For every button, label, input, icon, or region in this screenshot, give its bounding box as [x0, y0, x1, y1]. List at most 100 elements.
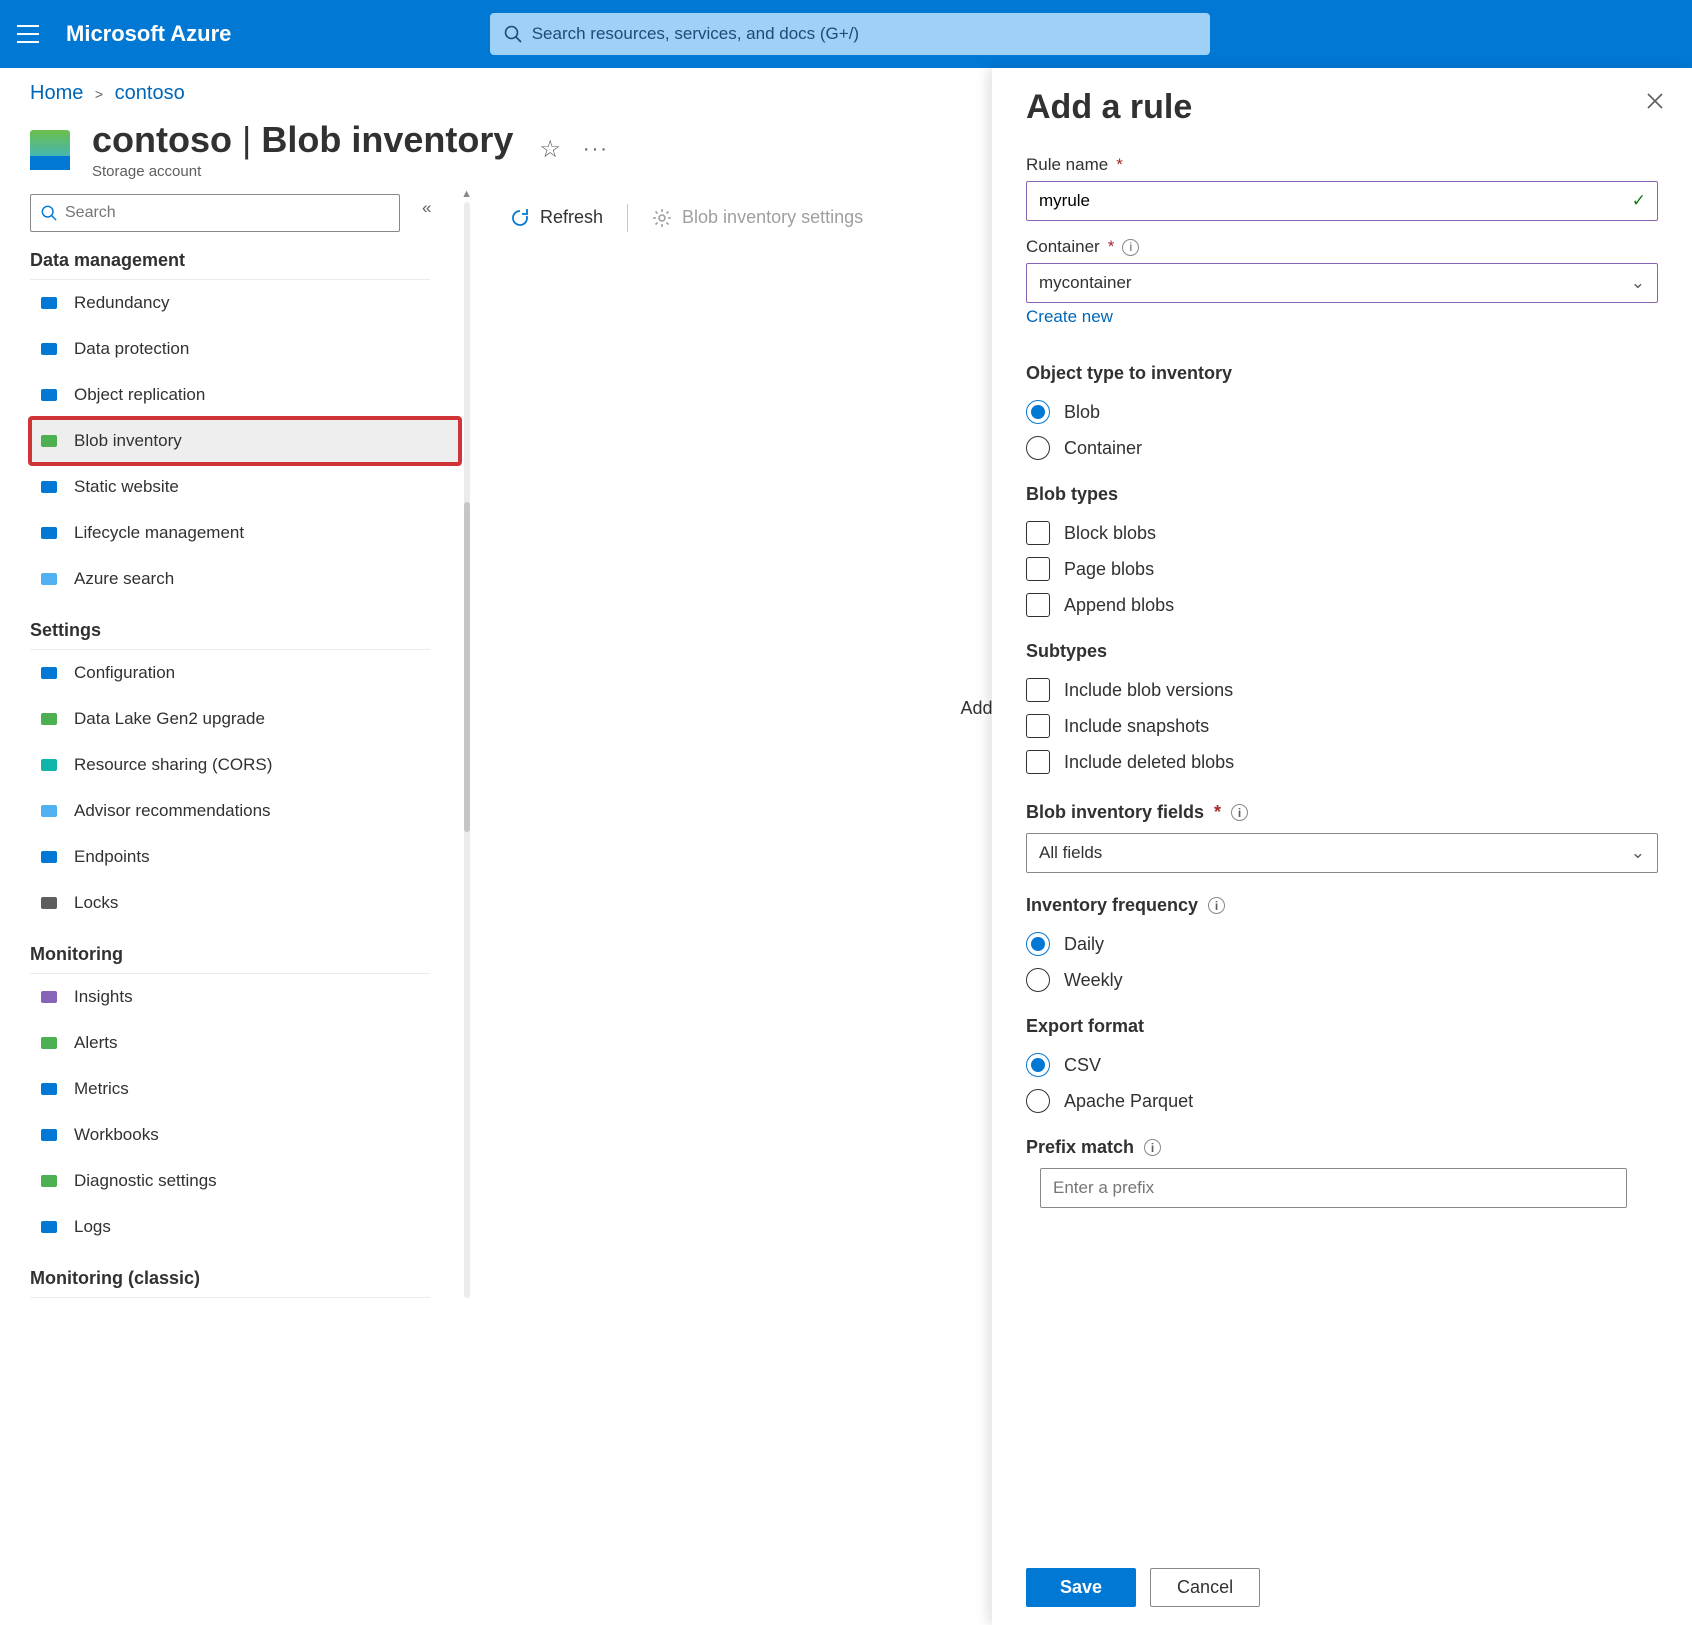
- nav-item-icon: [38, 568, 60, 590]
- subtype-option-include-blob-versions[interactable]: Include blob versions: [1026, 672, 1658, 708]
- format-label: Export format: [1026, 1016, 1658, 1037]
- nav-item-label: Azure search: [74, 569, 174, 589]
- fields-select[interactable]: All fields ⌄: [1026, 833, 1658, 873]
- add-rule-panel: Add a rule Rule name* ✓ Container*i myco…: [992, 68, 1692, 1625]
- frequency-option-daily[interactable]: Daily: [1026, 926, 1658, 962]
- sidebar-item-azure-search[interactable]: Azure search: [30, 556, 460, 602]
- more-actions-icon[interactable]: ···: [583, 138, 609, 161]
- toolbar-divider: [627, 204, 628, 232]
- sidebar-item-object-replication[interactable]: Object replication: [30, 372, 460, 418]
- rule-name-input[interactable]: [1026, 181, 1658, 221]
- sidebar-item-insights[interactable]: Insights: [30, 974, 460, 1020]
- info-icon[interactable]: i: [1208, 897, 1225, 914]
- sidebar-item-locks[interactable]: Locks: [30, 880, 460, 926]
- nav-item-icon: [38, 1078, 60, 1100]
- info-icon[interactable]: i: [1231, 804, 1248, 821]
- chevron-down-icon: ⌄: [1631, 273, 1645, 293]
- gear-icon: [652, 208, 672, 228]
- prefix-input[interactable]: [1040, 1168, 1627, 1208]
- sidebar-item-diagnostic-settings[interactable]: Diagnostic settings: [30, 1158, 460, 1204]
- close-panel-icon[interactable]: [1646, 92, 1664, 110]
- breadcrumb-resource[interactable]: contoso: [115, 82, 185, 104]
- favorite-star-icon[interactable]: ☆: [539, 135, 561, 164]
- nav-item-icon: [38, 754, 60, 776]
- create-new-container-link[interactable]: Create new: [1026, 307, 1113, 327]
- nav-item-icon: [38, 384, 60, 406]
- cancel-button[interactable]: Cancel: [1150, 1568, 1260, 1607]
- radio-icon: [1026, 968, 1050, 992]
- sidebar-item-endpoints[interactable]: Endpoints: [30, 834, 460, 880]
- container-label: Container*i: [1026, 237, 1658, 257]
- object-type-option-container[interactable]: Container: [1026, 430, 1658, 466]
- sidebar-item-data-lake-gen2-upgrade[interactable]: Data Lake Gen2 upgrade: [30, 696, 460, 742]
- blob-inventory-settings-button[interactable]: Blob inventory settings: [652, 207, 863, 228]
- checkbox-icon: [1026, 593, 1050, 617]
- rule-name-label: Rule name*: [1026, 155, 1658, 175]
- nav-item-label: Data protection: [74, 339, 189, 359]
- subtype-option-include-deleted-blobs[interactable]: Include deleted blobs: [1026, 744, 1658, 780]
- nav-item-label: Redundancy: [74, 293, 169, 313]
- sidebar-item-workbooks[interactable]: Workbooks: [30, 1112, 460, 1158]
- save-button[interactable]: Save: [1026, 1568, 1136, 1607]
- sidebar-item-redundancy[interactable]: Redundancy: [30, 280, 460, 326]
- frequency-option-weekly[interactable]: Weekly: [1026, 962, 1658, 998]
- frequency-label: Inventory frequencyi: [1026, 895, 1658, 916]
- global-search[interactable]: [490, 13, 1210, 55]
- nav-item-label: Resource sharing (CORS): [74, 755, 272, 775]
- prefix-label: Prefix matchi: [1026, 1137, 1658, 1158]
- sidebar-item-advisor-recommendations[interactable]: Advisor recommendations: [30, 788, 460, 834]
- blob-type-option-append-blobs[interactable]: Append blobs: [1026, 587, 1658, 623]
- sidebar-item-alerts[interactable]: Alerts: [30, 1020, 460, 1066]
- sidebar-item-resource-sharing-cors-[interactable]: Resource sharing (CORS): [30, 742, 460, 788]
- nav-item-label: Diagnostic settings: [74, 1171, 217, 1191]
- collapse-sidebar-icon[interactable]: «: [422, 198, 431, 218]
- nav-item-label: Insights: [74, 987, 133, 1007]
- info-icon[interactable]: i: [1144, 1139, 1161, 1156]
- refresh-icon: [510, 208, 530, 228]
- radio-icon: [1026, 1053, 1050, 1077]
- container-select[interactable]: mycontainer ⌄: [1026, 263, 1658, 303]
- nav-item-icon: [38, 892, 60, 914]
- sidebar-item-metrics[interactable]: Metrics: [30, 1066, 460, 1112]
- valid-check-icon: ✓: [1632, 191, 1646, 211]
- nav-item-icon: [38, 1216, 60, 1238]
- search-icon: [504, 25, 522, 43]
- global-search-input[interactable]: [532, 24, 1196, 44]
- blob-type-option-block-blobs[interactable]: Block blobs: [1026, 515, 1658, 551]
- nav-item-label: Lifecycle management: [74, 523, 244, 543]
- sidebar-item-logs[interactable]: Logs: [30, 1204, 460, 1250]
- nav-item-icon: [38, 986, 60, 1008]
- nav-item-label: Metrics: [74, 1079, 129, 1099]
- object-type-option-blob[interactable]: Blob: [1026, 394, 1658, 430]
- checkbox-icon: [1026, 714, 1050, 738]
- sidebar-group-header: Monitoring (classic): [30, 1250, 430, 1298]
- sidebar-item-lifecycle-management[interactable]: Lifecycle management: [30, 510, 460, 556]
- sidebar: « ▲ Data management Redundancy Data prot…: [30, 194, 470, 1298]
- sidebar-search[interactable]: [30, 194, 400, 232]
- object-type-label: Object type to inventory: [1026, 363, 1658, 384]
- info-icon[interactable]: i: [1122, 239, 1139, 256]
- subtype-option-include-snapshots[interactable]: Include snapshots: [1026, 708, 1658, 744]
- radio-icon: [1026, 400, 1050, 424]
- nav-item-icon: [38, 846, 60, 868]
- panel-title: Add a rule: [1026, 88, 1658, 127]
- nav-item-label: Static website: [74, 477, 179, 497]
- chevron-down-icon: ⌄: [1631, 843, 1645, 863]
- checkbox-icon: [1026, 678, 1050, 702]
- refresh-button[interactable]: Refresh: [510, 207, 603, 228]
- sidebar-item-blob-inventory[interactable]: Blob inventory: [30, 418, 460, 464]
- brand-label: Microsoft Azure: [66, 21, 231, 47]
- nav-item-icon: [38, 476, 60, 498]
- breadcrumb-home[interactable]: Home: [30, 82, 83, 104]
- sidebar-search-input[interactable]: [65, 204, 389, 222]
- nav-item-icon: [38, 662, 60, 684]
- sidebar-item-data-protection[interactable]: Data protection: [30, 326, 460, 372]
- sidebar-item-configuration[interactable]: Configuration: [30, 650, 460, 696]
- sidebar-item-static-website[interactable]: Static website: [30, 464, 460, 510]
- nav-item-label: Object replication: [74, 385, 205, 405]
- nav-item-icon: [38, 800, 60, 822]
- format-option-apache-parquet[interactable]: Apache Parquet: [1026, 1083, 1658, 1119]
- hamburger-menu-icon[interactable]: [14, 20, 42, 48]
- format-option-csv[interactable]: CSV: [1026, 1047, 1658, 1083]
- blob-type-option-page-blobs[interactable]: Page blobs: [1026, 551, 1658, 587]
